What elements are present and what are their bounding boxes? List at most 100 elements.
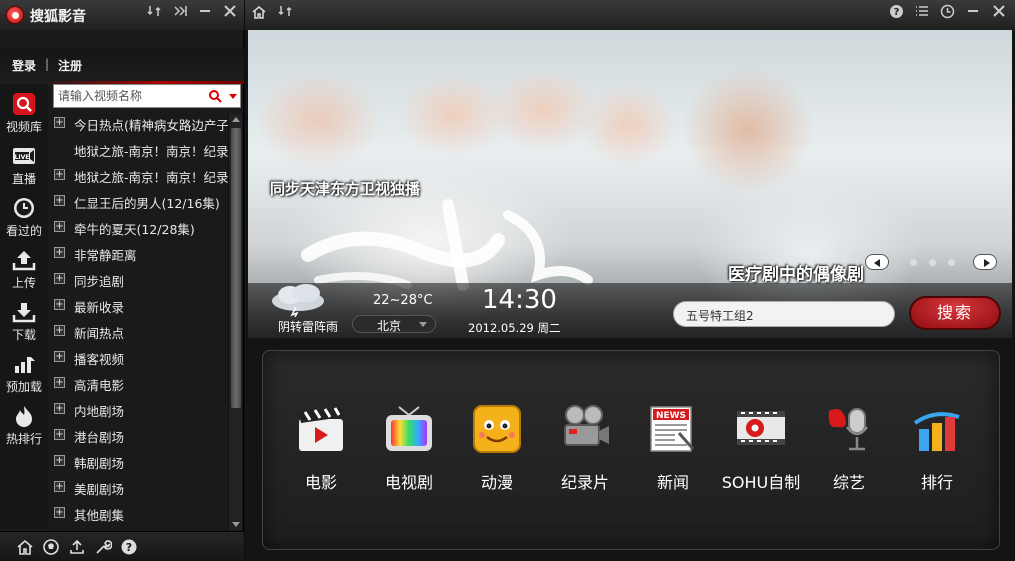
category-item[interactable]: + 内地剧场: [48, 396, 228, 422]
expand-plus-icon[interactable]: +: [54, 221, 65, 232]
refresh-swap-icon[interactable]: [275, 4, 295, 24]
category-item[interactable]: + 其他剧集: [48, 500, 228, 526]
main-search-box: [673, 301, 895, 327]
expand-plus-icon[interactable]: +: [54, 299, 65, 310]
clock-time: 14:30: [482, 285, 557, 315]
home-icon[interactable]: [16, 538, 34, 556]
expand-plus-icon[interactable]: +: [54, 169, 65, 180]
search-input[interactable]: [58, 87, 208, 105]
scroll-up-icon[interactable]: [232, 117, 240, 122]
nav-item-1[interactable]: LIVE 直播: [0, 138, 48, 190]
search-icon[interactable]: [208, 89, 222, 103]
home-icon[interactable]: [249, 4, 269, 24]
main-search-input[interactable]: [686, 306, 886, 324]
city-select[interactable]: 北京: [352, 315, 436, 333]
expand-plus-icon[interactable]: +: [54, 351, 65, 362]
category-item[interactable]: + 今日热点(精神病女路边产子: [48, 110, 228, 136]
search-dropdown-icon[interactable]: [229, 94, 237, 99]
cartoon-face-icon: [473, 405, 521, 453]
category-tile[interactable]: 电影: [276, 403, 366, 503]
category-tile[interactable]: 排行: [892, 403, 982, 503]
close-icon[interactable]: [220, 4, 240, 24]
register-link[interactable]: 注册: [58, 57, 82, 74]
main-titlebar: ?: [245, 0, 1015, 30]
banner-dot[interactable]: [929, 259, 936, 266]
banner-prev-button[interactable]: [865, 254, 889, 270]
category-item[interactable]: + 牵牛的夏天(12/28集): [48, 214, 228, 240]
live-tv-icon: LIVE: [13, 148, 35, 164]
category-tile[interactable]: 综艺: [804, 403, 894, 503]
expand-plus-icon[interactable]: +: [54, 325, 65, 336]
category-tile[interactable]: 动漫: [452, 403, 542, 503]
close-icon[interactable]: [989, 4, 1009, 24]
category-label: 港台剧场: [74, 430, 125, 445]
expand-plus-icon[interactable]: +: [54, 377, 65, 388]
banner-dot[interactable]: [910, 259, 917, 266]
search-button[interactable]: 搜索: [909, 296, 1001, 330]
category-label: 最新收录: [74, 300, 125, 315]
history-clock-icon[interactable]: [937, 4, 957, 24]
clock-icon: [14, 198, 34, 218]
left-panel: 搜狐影音 登录 | 注册 视频库 LIVE 直播看过的上传下载预加载热排行 + 今日热…: [0, 0, 244, 561]
swap-icon[interactable]: [144, 4, 164, 24]
banner-caption: 医疗剧中的偶像剧: [728, 265, 864, 285]
category-item[interactable]: + 高清电影: [48, 370, 228, 396]
category-item[interactable]: + 最新收录: [48, 292, 228, 318]
scroll-down-icon[interactable]: [232, 522, 240, 527]
category-tile-label: 新闻: [656, 473, 689, 492]
category-tile[interactable]: NEWS 新闻: [628, 403, 718, 503]
category-tile[interactable]: 电视剧: [364, 403, 454, 503]
category-list: + 今日热点(精神病女路边产子 地狱之旅-南京！南京！纪录 + 地狱之旅-南京！南京！纪…: [48, 110, 228, 530]
category-item[interactable]: + 播客视频: [48, 344, 228, 370]
banner-next-button[interactable]: [973, 254, 997, 270]
expand-plus-icon[interactable]: +: [54, 195, 65, 206]
category-tile-label: 排行: [920, 473, 953, 492]
help-icon[interactable]: ?: [886, 4, 906, 24]
nav-item-2[interactable]: 看过的: [0, 190, 48, 242]
scroll-thumb[interactable]: [231, 128, 241, 408]
category-item[interactable]: + 同步追剧: [48, 266, 228, 292]
login-link[interactable]: 登录: [12, 57, 36, 74]
expand-plus-icon[interactable]: +: [54, 247, 65, 258]
category-tile[interactable]: 纪录片: [540, 403, 630, 503]
category-item[interactable]: + 港台剧场: [48, 422, 228, 448]
expand-plus-icon[interactable]: +: [54, 507, 65, 518]
category-tile[interactable]: SOHU自制: [716, 403, 806, 503]
category-label: 同步追剧: [74, 274, 125, 289]
category-item[interactable]: + 仁显王后的男人(12/16集): [48, 188, 228, 214]
playlist-icon[interactable]: [912, 4, 932, 24]
collapse-panel-icon[interactable]: [170, 4, 190, 24]
preload-bars-icon: [15, 357, 35, 373]
category-scrollbar[interactable]: [228, 114, 242, 530]
category-item[interactable]: + 美剧剧场: [48, 474, 228, 500]
category-item[interactable]: 地狱之旅-南京！南京！纪录: [48, 136, 228, 162]
nav-item-5[interactable]: 预加载: [0, 346, 48, 398]
soccer-ball-icon[interactable]: [42, 538, 60, 556]
expand-plus-icon[interactable]: +: [54, 117, 65, 128]
category-item[interactable]: + 非常静距离: [48, 240, 228, 266]
expand-plus-icon[interactable]: +: [54, 273, 65, 284]
category-item[interactable]: + 韩剧剧场: [48, 448, 228, 474]
nav-item-6[interactable]: 热排行: [0, 398, 48, 450]
expand-plus-icon[interactable]: +: [54, 455, 65, 466]
wrench-icon[interactable]: [94, 538, 112, 556]
nav-item-0[interactable]: 视频库: [0, 86, 48, 138]
help-icon[interactable]: ?: [120, 538, 138, 556]
category-item[interactable]: + 新闻热点: [48, 318, 228, 344]
minimize-icon[interactable]: [963, 4, 983, 24]
login-separator: |: [45, 57, 50, 71]
banner-dot[interactable]: [948, 259, 955, 266]
expand-plus-icon[interactable]: +: [54, 481, 65, 492]
expand-plus-icon[interactable]: +: [54, 403, 65, 414]
expand-plus-icon[interactable]: +: [54, 429, 65, 440]
category-label: 仁显王后的男人(12/16集): [74, 196, 220, 211]
minimize-icon[interactable]: [195, 4, 215, 24]
upload-icon[interactable]: [68, 538, 86, 556]
category-item[interactable]: + 地狱之旅-南京！南京！纪录: [48, 162, 228, 188]
nav-item-3[interactable]: 上传: [0, 242, 48, 294]
banner-title-artwork: [301, 199, 593, 291]
category-label: 播客视频: [74, 352, 125, 367]
category-label: 其他剧集: [74, 508, 125, 523]
nav-item-4[interactable]: 下载: [0, 294, 48, 346]
category-tile-label: 纪录片: [560, 473, 609, 492]
